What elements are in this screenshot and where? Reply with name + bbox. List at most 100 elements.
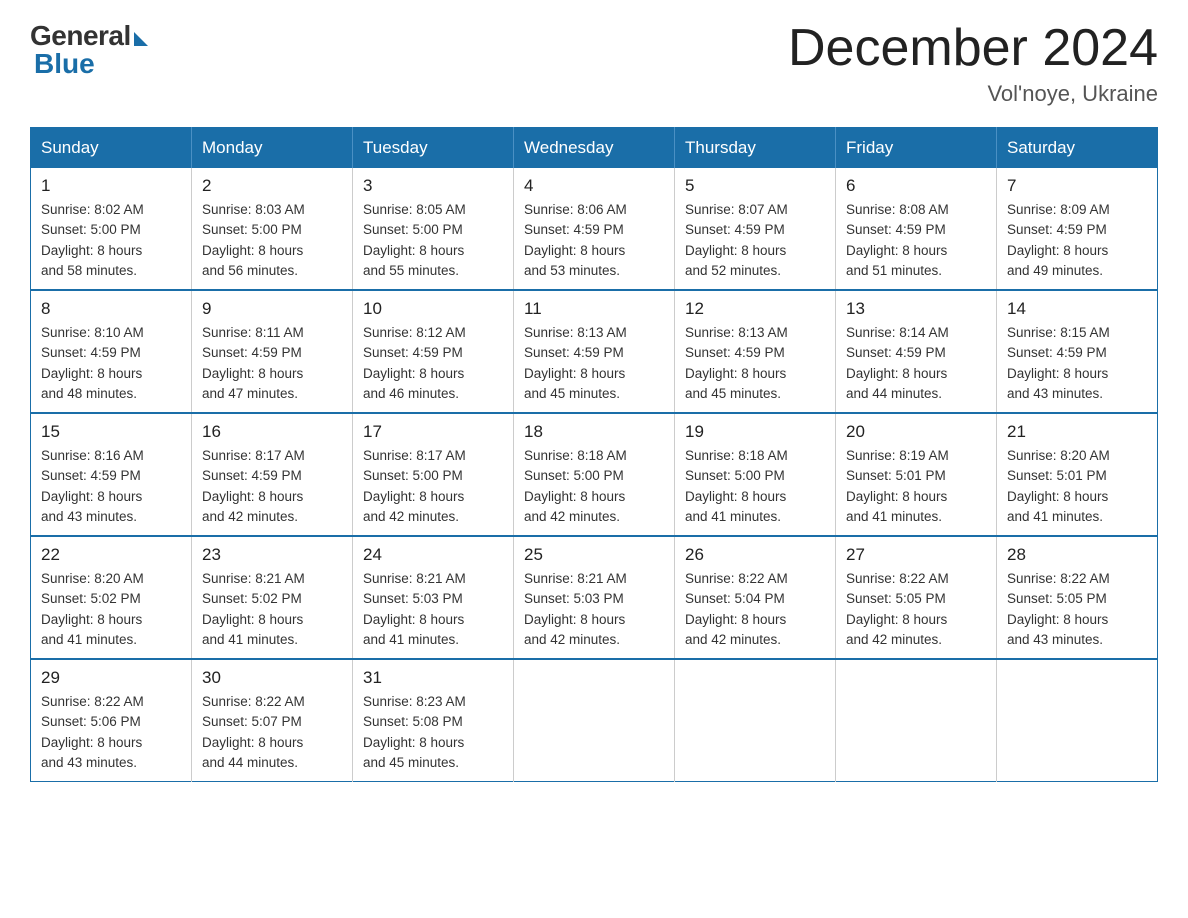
calendar-week-row: 22 Sunrise: 8:20 AMSunset: 5:02 PMDayligh… — [31, 536, 1158, 659]
day-info: Sunrise: 8:06 AMSunset: 4:59 PMDaylight:… — [524, 200, 664, 281]
day-number: 27 — [846, 545, 986, 565]
calendar-cell — [997, 659, 1158, 782]
calendar-cell — [675, 659, 836, 782]
calendar-cell: 18 Sunrise: 8:18 AMSunset: 5:00 PMDayligh… — [514, 413, 675, 536]
day-info: Sunrise: 8:22 AMSunset: 5:04 PMDaylight:… — [685, 569, 825, 650]
day-number: 5 — [685, 176, 825, 196]
day-number: 8 — [41, 299, 181, 319]
day-info: Sunrise: 8:05 AMSunset: 5:00 PMDaylight:… — [363, 200, 503, 281]
calendar-table: SundayMondayTuesdayWednesdayThursdayFrid… — [30, 127, 1158, 782]
day-info: Sunrise: 8:07 AMSunset: 4:59 PMDaylight:… — [685, 200, 825, 281]
calendar-cell: 10 Sunrise: 8:12 AMSunset: 4:59 PMDayligh… — [353, 290, 514, 413]
day-info: Sunrise: 8:12 AMSunset: 4:59 PMDaylight:… — [363, 323, 503, 404]
day-number: 28 — [1007, 545, 1147, 565]
calendar-cell: 17 Sunrise: 8:17 AMSunset: 5:00 PMDayligh… — [353, 413, 514, 536]
calendar-cell: 25 Sunrise: 8:21 AMSunset: 5:03 PMDayligh… — [514, 536, 675, 659]
day-number: 11 — [524, 299, 664, 319]
title-section: December 2024 Vol'noye, Ukraine — [788, 20, 1158, 107]
day-info: Sunrise: 8:11 AMSunset: 4:59 PMDaylight:… — [202, 323, 342, 404]
calendar-cell: 12 Sunrise: 8:13 AMSunset: 4:59 PMDayligh… — [675, 290, 836, 413]
day-info: Sunrise: 8:09 AMSunset: 4:59 PMDaylight:… — [1007, 200, 1147, 281]
page-header: General Blue December 2024 Vol'noye, Ukr… — [30, 20, 1158, 107]
calendar-cell: 2 Sunrise: 8:03 AMSunset: 5:00 PMDaylight… — [192, 168, 353, 290]
weekday-header-thursday: Thursday — [675, 128, 836, 169]
calendar-cell: 1Sunrise: 8:02 AMSunset: 5:00 PMDaylight… — [31, 168, 192, 290]
day-number: 19 — [685, 422, 825, 442]
day-info: Sunrise: 8:19 AMSunset: 5:01 PMDaylight:… — [846, 446, 986, 527]
calendar-cell: 29Sunrise: 8:22 AMSunset: 5:06 PMDayligh… — [31, 659, 192, 782]
day-number: 10 — [363, 299, 503, 319]
calendar-cell: 20Sunrise: 8:19 AMSunset: 5:01 PMDayligh… — [836, 413, 997, 536]
day-number: 24 — [363, 545, 503, 565]
day-number: 4 — [524, 176, 664, 196]
calendar-cell: 19 Sunrise: 8:18 AMSunset: 5:00 PMDayligh… — [675, 413, 836, 536]
location-label: Vol'noye, Ukraine — [788, 81, 1158, 107]
calendar-cell: 16Sunrise: 8:17 AMSunset: 4:59 PMDayligh… — [192, 413, 353, 536]
day-number: 22 — [41, 545, 181, 565]
day-info: Sunrise: 8:14 AMSunset: 4:59 PMDaylight:… — [846, 323, 986, 404]
day-info: Sunrise: 8:21 AMSunset: 5:03 PMDaylight:… — [524, 569, 664, 650]
calendar-cell: 21 Sunrise: 8:20 AMSunset: 5:01 PMDayligh… — [997, 413, 1158, 536]
day-info: Sunrise: 8:13 AMSunset: 4:59 PMDaylight:… — [524, 323, 664, 404]
calendar-cell: 4 Sunrise: 8:06 AMSunset: 4:59 PMDaylight… — [514, 168, 675, 290]
day-number: 12 — [685, 299, 825, 319]
day-number: 2 — [202, 176, 342, 196]
day-info: Sunrise: 8:15 AMSunset: 4:59 PMDaylight:… — [1007, 323, 1147, 404]
day-number: 15 — [41, 422, 181, 442]
calendar-cell — [836, 659, 997, 782]
calendar-cell: 24 Sunrise: 8:21 AMSunset: 5:03 PMDayligh… — [353, 536, 514, 659]
calendar-header-row: SundayMondayTuesdayWednesdayThursdayFrid… — [31, 128, 1158, 169]
logo-blue-text: Blue — [30, 48, 95, 80]
day-info: Sunrise: 8:20 AMSunset: 5:02 PMDaylight:… — [41, 569, 181, 650]
calendar-cell: 5 Sunrise: 8:07 AMSunset: 4:59 PMDaylight… — [675, 168, 836, 290]
weekday-header-tuesday: Tuesday — [353, 128, 514, 169]
calendar-cell: 8 Sunrise: 8:10 AMSunset: 4:59 PMDaylight… — [31, 290, 192, 413]
calendar-cell: 3Sunrise: 8:05 AMSunset: 5:00 PMDaylight… — [353, 168, 514, 290]
day-info: Sunrise: 8:17 AMSunset: 4:59 PMDaylight:… — [202, 446, 342, 527]
weekday-header-wednesday: Wednesday — [514, 128, 675, 169]
day-info: Sunrise: 8:10 AMSunset: 4:59 PMDaylight:… — [41, 323, 181, 404]
day-info: Sunrise: 8:13 AMSunset: 4:59 PMDaylight:… — [685, 323, 825, 404]
day-info: Sunrise: 8:20 AMSunset: 5:01 PMDaylight:… — [1007, 446, 1147, 527]
calendar-cell: 23 Sunrise: 8:21 AMSunset: 5:02 PMDayligh… — [192, 536, 353, 659]
weekday-header-saturday: Saturday — [997, 128, 1158, 169]
calendar-week-row: 1Sunrise: 8:02 AMSunset: 5:00 PMDaylight… — [31, 168, 1158, 290]
day-number: 7 — [1007, 176, 1147, 196]
calendar-cell: 31Sunrise: 8:23 AMSunset: 5:08 PMDayligh… — [353, 659, 514, 782]
day-info: Sunrise: 8:21 AMSunset: 5:03 PMDaylight:… — [363, 569, 503, 650]
calendar-cell: 13Sunrise: 8:14 AMSunset: 4:59 PMDayligh… — [836, 290, 997, 413]
weekday-header-friday: Friday — [836, 128, 997, 169]
day-info: Sunrise: 8:18 AMSunset: 5:00 PMDaylight:… — [524, 446, 664, 527]
weekday-header-monday: Monday — [192, 128, 353, 169]
day-info: Sunrise: 8:17 AMSunset: 5:00 PMDaylight:… — [363, 446, 503, 527]
calendar-cell: 15 Sunrise: 8:16 AMSunset: 4:59 PMDayligh… — [31, 413, 192, 536]
logo-triangle-icon — [134, 32, 148, 46]
day-number: 30 — [202, 668, 342, 688]
day-info: Sunrise: 8:22 AMSunset: 5:05 PMDaylight:… — [846, 569, 986, 650]
month-title: December 2024 — [788, 20, 1158, 77]
calendar-cell: 6 Sunrise: 8:08 AMSunset: 4:59 PMDaylight… — [836, 168, 997, 290]
logo: General Blue — [30, 20, 148, 80]
calendar-cell: 14Sunrise: 8:15 AMSunset: 4:59 PMDayligh… — [997, 290, 1158, 413]
day-info: Sunrise: 8:22 AMSunset: 5:07 PMDaylight:… — [202, 692, 342, 773]
day-number: 17 — [363, 422, 503, 442]
day-info: Sunrise: 8:21 AMSunset: 5:02 PMDaylight:… — [202, 569, 342, 650]
day-number: 18 — [524, 422, 664, 442]
day-number: 9 — [202, 299, 342, 319]
day-number: 26 — [685, 545, 825, 565]
calendar-cell: 26 Sunrise: 8:22 AMSunset: 5:04 PMDayligh… — [675, 536, 836, 659]
day-info: Sunrise: 8:22 AMSunset: 5:05 PMDaylight:… — [1007, 569, 1147, 650]
calendar-cell: 22 Sunrise: 8:20 AMSunset: 5:02 PMDayligh… — [31, 536, 192, 659]
day-number: 6 — [846, 176, 986, 196]
day-info: Sunrise: 8:02 AMSunset: 5:00 PMDaylight:… — [41, 200, 181, 281]
day-info: Sunrise: 8:03 AMSunset: 5:00 PMDaylight:… — [202, 200, 342, 281]
day-info: Sunrise: 8:16 AMSunset: 4:59 PMDaylight:… — [41, 446, 181, 527]
day-number: 25 — [524, 545, 664, 565]
day-number: 23 — [202, 545, 342, 565]
day-number: 21 — [1007, 422, 1147, 442]
day-info: Sunrise: 8:18 AMSunset: 5:00 PMDaylight:… — [685, 446, 825, 527]
day-info: Sunrise: 8:22 AMSunset: 5:06 PMDaylight:… — [41, 692, 181, 773]
day-info: Sunrise: 8:08 AMSunset: 4:59 PMDaylight:… — [846, 200, 986, 281]
calendar-cell: 30 Sunrise: 8:22 AMSunset: 5:07 PMDayligh… — [192, 659, 353, 782]
calendar-cell: 27 Sunrise: 8:22 AMSunset: 5:05 PMDayligh… — [836, 536, 997, 659]
